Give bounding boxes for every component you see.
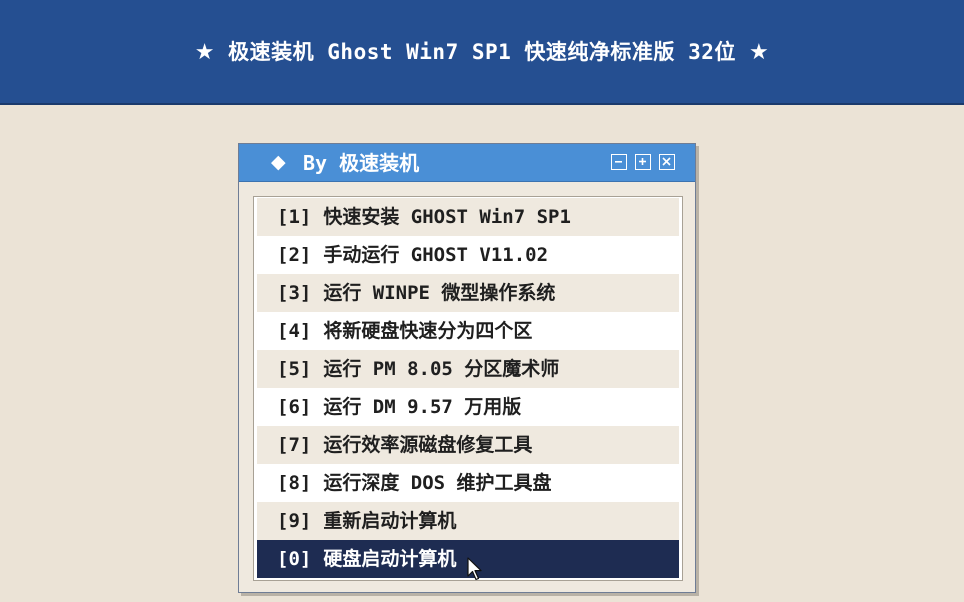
boot-menu-window: ◆ By 极速装机 [1] 快速安装 GHOST Win7 SP1 [2] 手动运行… [238,143,696,593]
menu-item-key: [7] [277,434,312,456]
mouse-pointer-icon [467,557,482,581]
menu-item[interactable]: [8] 运行深度 DOS 维护工具盘 [257,464,679,502]
top-banner: ★ 极速装机 Ghost Win7 SP1 快速纯净标准版 32位 ★ [0,0,964,105]
menu-item-key: [2] [277,244,312,266]
star-icon: ★ [194,40,215,65]
menu-item-key: [0] [277,548,312,570]
menu-item[interactable]: [9] 重新启动计算机 [257,502,679,540]
window-titlebar[interactable]: ◆ By 极速装机 [239,144,695,182]
menu-item-label: 运行 WINPE 微型操作系统 [323,282,556,304]
menu-item-label: 重新启动计算机 [323,510,457,532]
menu-item-label: 运行 DM 9.57 万用版 [323,396,522,418]
menu-item[interactable]: [5] 运行 PM 8.05 分区魔术师 [257,350,679,388]
menu-item-label: 手动运行 GHOST V11.02 [323,244,549,266]
menu-item-key: [9] [277,510,312,532]
menu-item-label: 快速安装 GHOST Win7 SP1 [323,206,571,228]
banner-title: ★ 极速装机 Ghost Win7 SP1 快速纯净标准版 32位 ★ [0,36,964,66]
menu-item[interactable]: [6] 运行 DM 9.57 万用版 [257,388,679,426]
menu-item-label: 运行 PM 8.05 分区魔术师 [323,358,560,380]
menu-item[interactable]: [7] 运行效率源磁盘修复工具 [257,426,679,464]
menu-item-key: [4] [277,320,312,342]
window-title: By 极速装机 [303,151,420,175]
menu-item-key: [1] [277,206,312,228]
close-icon[interactable] [659,154,675,170]
diamond-icon: ◆ [271,151,286,173]
menu-item-label: 运行效率源磁盘修复工具 [323,434,533,456]
boot-menu-list: [1] 快速安装 GHOST Win7 SP1 [2] 手动运行 GHOST V11… [253,196,683,581]
menu-item[interactable]: [4] 将新硬盘快速分为四个区 [257,312,679,350]
menu-item[interactable]: [1] 快速安装 GHOST Win7 SP1 [257,198,679,236]
menu-item-key: [6] [277,396,312,418]
menu-item[interactable]: [2] 手动运行 GHOST V11.02 [257,236,679,274]
maximize-icon[interactable] [635,154,651,170]
menu-item-key: [3] [277,282,312,304]
banner-title-text: 极速装机 Ghost Win7 SP1 快速纯净标准版 32位 [228,40,736,64]
star-icon: ★ [749,40,770,65]
menu-item-key: [8] [277,472,312,494]
menu-item-label: 硬盘启动计算机 [323,548,457,570]
menu-item-key: [5] [277,358,312,380]
menu-item[interactable]: [3] 运行 WINPE 微型操作系统 [257,274,679,312]
minimize-icon[interactable] [611,154,627,170]
menu-item-label: 运行深度 DOS 维护工具盘 [323,472,552,494]
menu-item-label: 将新硬盘快速分为四个区 [323,320,533,342]
